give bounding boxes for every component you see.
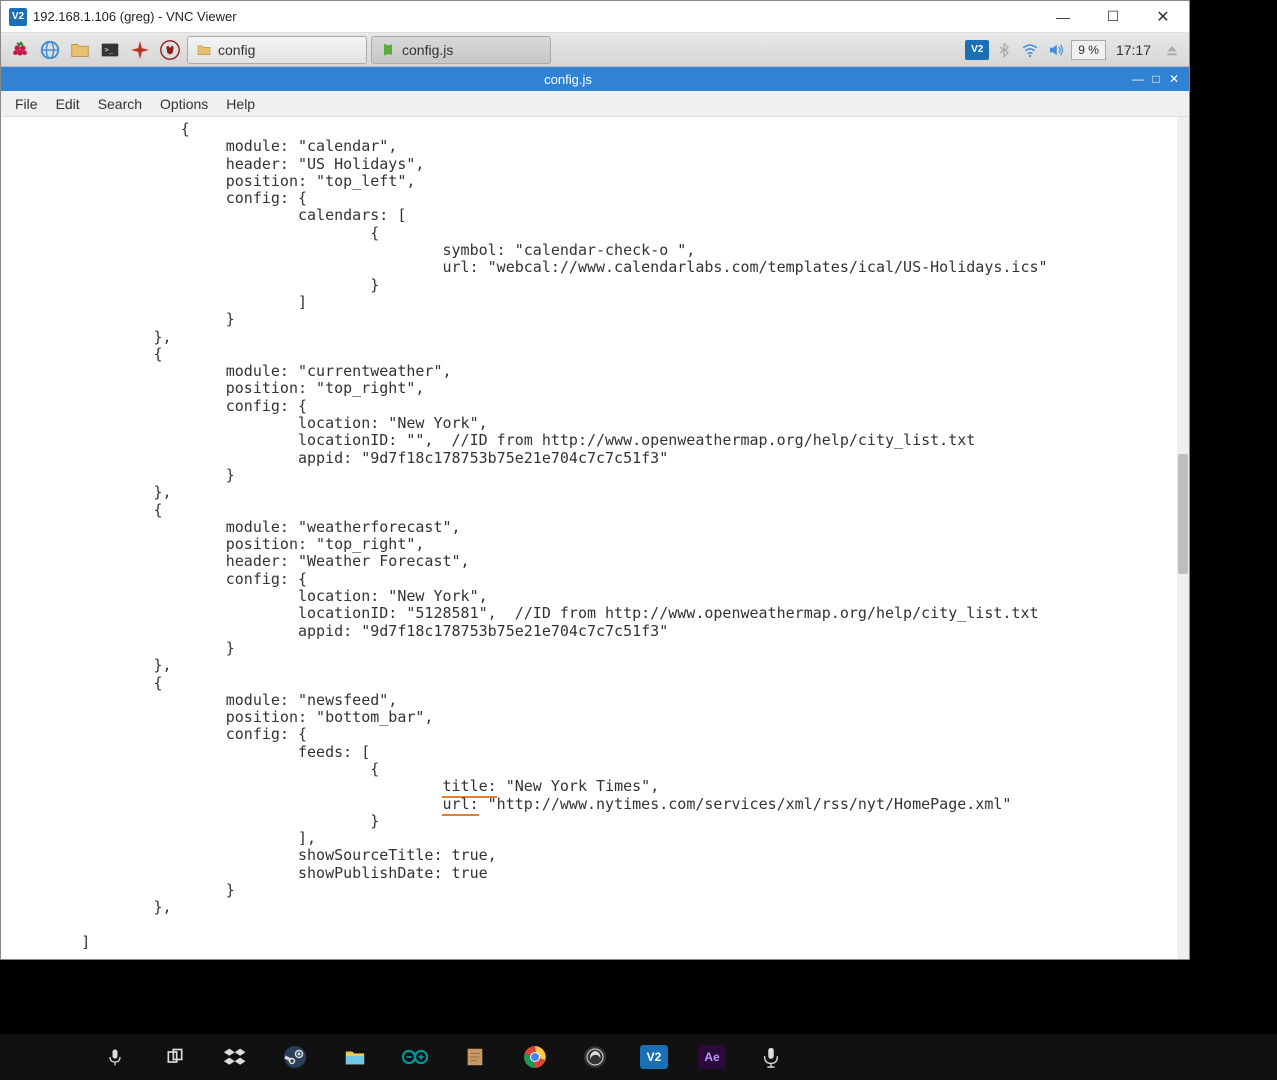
editor-title: config.js — [7, 72, 1129, 87]
bluetooth-icon[interactable] — [993, 39, 1015, 61]
steam-icon[interactable] — [280, 1042, 310, 1072]
taskbar-task-editor[interactable]: config.js — [371, 36, 551, 64]
volume-icon[interactable] — [1045, 39, 1067, 61]
audio-app-icon[interactable] — [756, 1042, 786, 1072]
obs-icon[interactable] — [580, 1042, 610, 1072]
menu-help[interactable]: Help — [218, 93, 263, 115]
menu-options[interactable]: Options — [152, 93, 216, 115]
eject-icon[interactable] — [1161, 39, 1183, 61]
menu-file[interactable]: File — [7, 93, 46, 115]
vnc-window-title: 192.168.1.106 (greg) - VNC Viewer — [33, 9, 1049, 24]
folder-icon — [196, 42, 212, 58]
vertical-scrollbar[interactable] — [1177, 117, 1189, 959]
notes-icon[interactable] — [460, 1042, 490, 1072]
clock[interactable]: 17:17 — [1110, 42, 1157, 58]
svg-text:>_: >_ — [105, 44, 114, 53]
file-manager-icon[interactable] — [67, 37, 93, 63]
text-editor-window: config.js — □ ✕ File Edit Search Options… — [1, 67, 1189, 959]
after-effects-icon[interactable]: Ae — [698, 1045, 726, 1069]
vnc-viewer-taskbar-icon[interactable]: V2 — [640, 1045, 668, 1069]
remote-desktop: >_ config config.js V2 — [1, 33, 1189, 959]
editor-titlebar[interactable]: config.js — □ ✕ — [1, 67, 1189, 91]
editor-minimize-button[interactable]: — — [1129, 72, 1147, 86]
mic-icon[interactable] — [100, 1042, 130, 1072]
arduino-icon[interactable] — [400, 1042, 430, 1072]
code-text-area[interactable]: { module: "calendar", header: "US Holida… — [1, 117, 1177, 959]
mathematica-icon[interactable] — [127, 37, 153, 63]
task-label: config.js — [402, 42, 453, 58]
editor-menubar: File Edit Search Options Help — [1, 91, 1189, 117]
wifi-icon[interactable] — [1019, 39, 1041, 61]
file-explorer-icon[interactable] — [340, 1042, 370, 1072]
wolfram-icon[interactable] — [157, 37, 183, 63]
editor-body: { module: "calendar", header: "US Holida… — [1, 117, 1189, 959]
close-button[interactable]: ✕ — [1149, 5, 1177, 29]
task-panel: >_ config config.js V2 — [1, 33, 1189, 67]
chrome-icon[interactable] — [520, 1042, 550, 1072]
raspberry-menu-icon[interactable] — [7, 37, 33, 63]
windows-taskbar: V2 Ae — [0, 1034, 1277, 1080]
battery-indicator[interactable]: 9 % — [1071, 40, 1106, 60]
maximize-button[interactable]: ☐ — [1099, 5, 1127, 29]
menu-search[interactable]: Search — [90, 93, 150, 115]
minimize-button[interactable]: — — [1049, 5, 1077, 29]
editor-maximize-button[interactable]: □ — [1147, 72, 1165, 86]
vnc-viewer-window: V2 192.168.1.106 (greg) - VNC Viewer — ☐… — [0, 0, 1190, 960]
dropbox-icon[interactable] — [220, 1042, 250, 1072]
vnc-titlebar[interactable]: V2 192.168.1.106 (greg) - VNC Viewer — ☐… — [1, 1, 1189, 33]
scroll-thumb[interactable] — [1178, 454, 1188, 574]
menu-edit[interactable]: Edit — [48, 93, 88, 115]
browser-icon[interactable] — [37, 37, 63, 63]
task-label: config — [218, 42, 255, 58]
task-view-icon[interactable] — [160, 1042, 190, 1072]
terminal-icon[interactable]: >_ — [97, 37, 123, 63]
leafpad-icon — [380, 42, 396, 58]
taskbar-task-filemanager[interactable]: config — [187, 36, 367, 64]
vnc-tray-icon[interactable]: V2 — [965, 40, 989, 60]
editor-close-button[interactable]: ✕ — [1165, 72, 1183, 86]
vnc-app-icon: V2 — [9, 8, 27, 26]
